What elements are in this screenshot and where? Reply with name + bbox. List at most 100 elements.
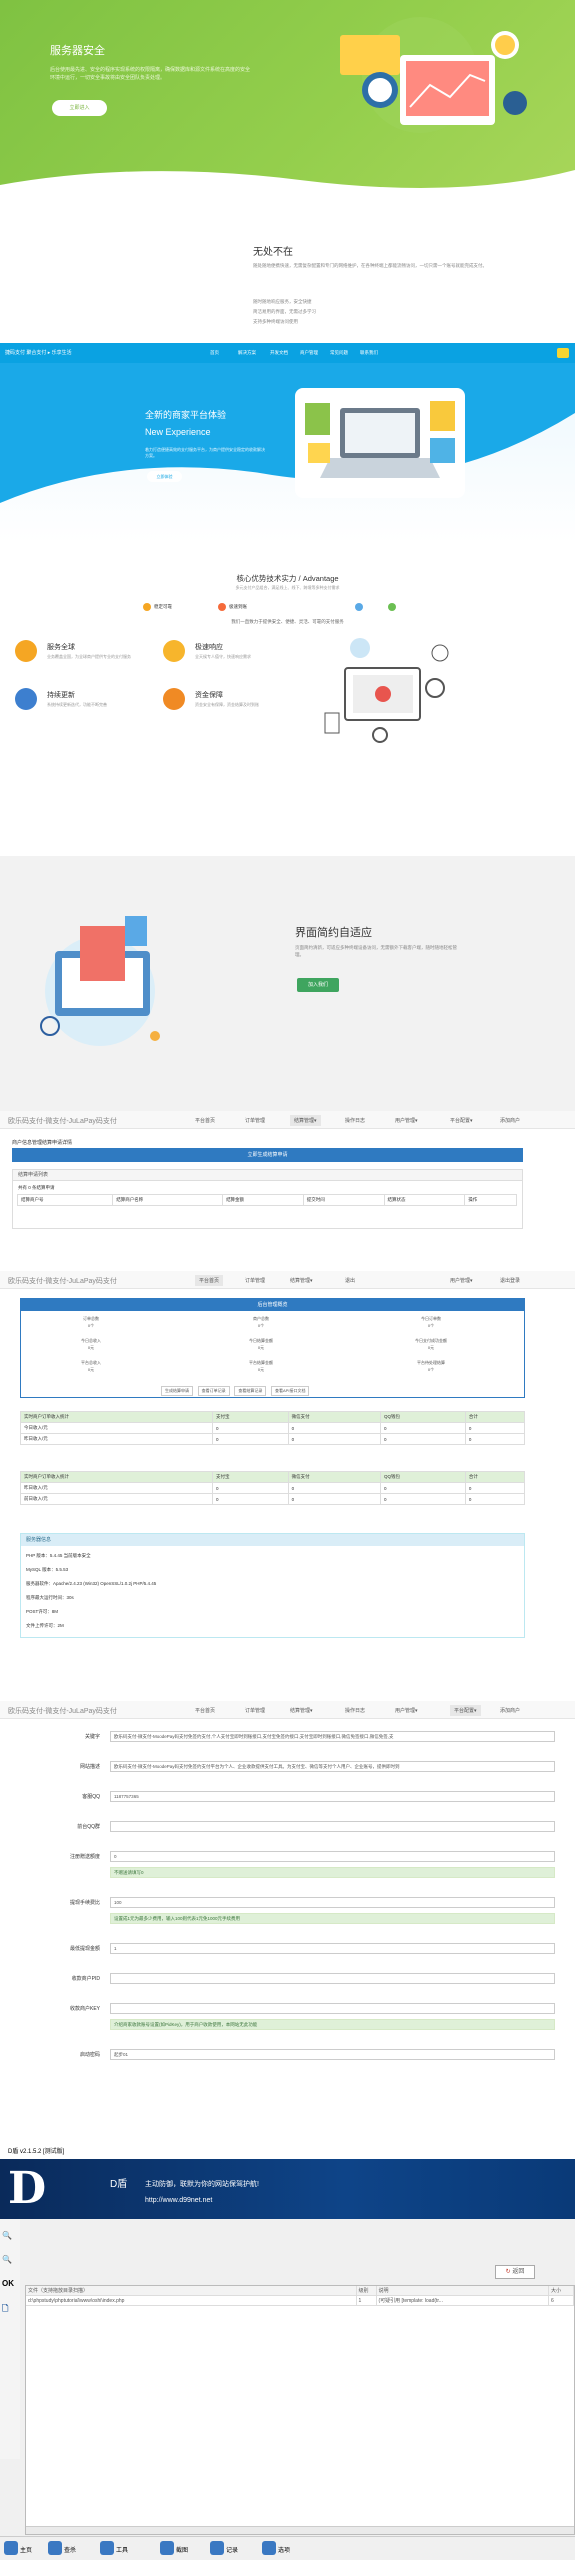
scan-icon[interactable]: 🔍 xyxy=(2,2255,12,2264)
field-hint: 不赠送请填写0 xyxy=(110,1867,555,1878)
stat-value: 0元 xyxy=(87,1345,95,1350)
menu-orders[interactable]: 订单管理 xyxy=(245,1277,265,1284)
admin-brand[interactable]: 欧乐码支付-微支付-JuLaPay码支付 xyxy=(8,1706,117,1716)
overview-panel: 后台管理概览 订单总数 0个 商户总数 0个 今日订单数 0个 今日总收入 0元 今日结算金额 0… xyxy=(20,1298,525,1398)
income-table-1: 实时商户订单收入统计 支付宝 微信支付 QQ钱包 合计 今日收入/元 0 0 0 0 昨日收入/… xyxy=(20,1411,526,1445)
field-input[interactable] xyxy=(110,1821,555,1832)
dshield-window: D盾 v2.1.5.2 [测试版] D D盾 主动防御，联默为你的网站保驾护航!… xyxy=(0,2145,575,2560)
field-label: 收款商户PID xyxy=(71,1976,100,1982)
menu-add-merchant[interactable]: 添加商户 xyxy=(500,1117,520,1124)
menu-settlement[interactable]: 结算管理▾ xyxy=(290,1115,321,1126)
nav-log[interactable]: 记录 xyxy=(226,2545,238,2554)
menu-home[interactable]: 平台首页 xyxy=(195,1275,224,1286)
nav-item[interactable]: 商户管理 xyxy=(300,350,318,356)
field-input[interactable]: 0 xyxy=(110,1851,555,1862)
settlement-panel: 欧乐码支付-微支付-JuLaPay码支付 平台首页 订单管理 结算管理▾ 操作日… xyxy=(0,1111,575,1271)
stat-value: 0个 xyxy=(427,1367,435,1372)
nav-item[interactable]: 首页 xyxy=(210,350,219,356)
field-input[interactable]: 100 xyxy=(110,1897,555,1908)
column-header: 微信支付 xyxy=(287,1411,381,1423)
field-input[interactable] xyxy=(110,2003,555,2014)
stat-item: 今日结算金额 0元 xyxy=(211,1337,311,1351)
nav-item[interactable]: 解决方案 xyxy=(238,350,256,356)
nav-item[interactable]: 开发文档 xyxy=(270,350,288,356)
field-input[interactable]: 起步01 xyxy=(110,2049,555,2060)
field-input[interactable]: 欧乐码支付-微支付-MoodePay码支付免签约支付平台为个人、企业收款提供支付… xyxy=(110,1761,555,1772)
tab-secure[interactable] xyxy=(355,603,366,611)
back-arrow-icon: ↻ xyxy=(505,2269,511,2275)
menu-config[interactable]: 平台配置▾ xyxy=(450,1117,473,1124)
file-icon[interactable]: 🗋 xyxy=(2,2303,8,2317)
feature-title: 极速响应 xyxy=(195,644,223,651)
download-icon[interactable] xyxy=(557,348,569,358)
menu-logs[interactable]: 操作日志 xyxy=(345,1707,365,1714)
security-banner: 服务器安全 后台使用最先进、安全的程序实现系统的权限隔离，确保数据库和源文件系统… xyxy=(0,0,575,198)
field-input[interactable]: 1187757365 xyxy=(110,1791,555,1802)
tab-label: 极速到账 xyxy=(229,604,247,610)
cell: 0 xyxy=(464,1433,526,1445)
feature-title: 持续更新 xyxy=(47,692,75,699)
menu-users[interactable]: 用户管理▾ xyxy=(395,1707,418,1714)
column-header[interactable]: 大小 xyxy=(548,2286,574,2296)
site-logo[interactable]: 捷码支付 聚合支付 ▸ 乐享生活 xyxy=(5,349,72,356)
nav-item[interactable]: 常见问题 xyxy=(330,350,348,356)
field-label: 关键字 xyxy=(84,1734,100,1740)
stat-item: 今日总收入 0元 xyxy=(41,1337,141,1351)
menu-add-merchant[interactable]: 添加商户 xyxy=(500,1707,520,1714)
ok-icon[interactable]: OK xyxy=(2,2279,14,2288)
tab-fast[interactable]: 极速到账 xyxy=(218,603,247,611)
menu-users[interactable]: 用户管理▾ xyxy=(395,1117,418,1124)
column-header: 支付宝 xyxy=(211,1471,289,1483)
menu-config[interactable]: 平台配置▾ xyxy=(450,1705,481,1716)
join-button[interactable]: 加入我们 xyxy=(297,978,339,992)
field-input[interactable] xyxy=(110,1973,555,1984)
try-button[interactable]: 立即体验 xyxy=(147,471,182,482)
menu-exit[interactable]: 退出 xyxy=(345,1277,355,1284)
menu-logs[interactable]: 操作日志 xyxy=(345,1117,365,1124)
generate-settlement-button[interactable]: 立即生成结算申请 xyxy=(12,1148,523,1162)
search-icon[interactable]: 🔍 xyxy=(2,2231,12,2240)
stat-label: 今日订单数 xyxy=(421,1316,441,1321)
horizontal-scrollbar[interactable] xyxy=(26,2526,574,2534)
menu-users[interactable]: 用户管理▾ xyxy=(450,1277,473,1284)
menu-logout[interactable]: 退出登录 xyxy=(500,1277,520,1284)
everywhere-title: 无处不在 xyxy=(253,247,293,258)
nav-scan[interactable]: 查杀 xyxy=(64,2545,76,2554)
field-label: 提现手续费比 xyxy=(69,1900,100,1906)
nav-options[interactable]: 选项 xyxy=(278,2545,290,2554)
field-input[interactable]: 1 xyxy=(110,1943,555,1954)
stat-value: 0元 xyxy=(427,1345,435,1350)
adaptive-illustration xyxy=(40,916,160,1046)
admin-brand[interactable]: 欧乐码支付-微支付-JuLaPay码支付 xyxy=(8,1116,117,1126)
column-header[interactable]: 文件（支持拖放目录扫描） xyxy=(26,2286,357,2296)
menu-home[interactable]: 平台首页 xyxy=(195,1117,215,1124)
field-label: 前台QQ群 xyxy=(77,1824,100,1830)
nav-tools[interactable]: 工具 xyxy=(116,2545,128,2554)
enter-button[interactable]: 立即进入 xyxy=(52,100,107,116)
table-row[interactable]: d:\phpstudy\phptutorial\www\oshi\index.p… xyxy=(26,2295,574,2306)
admin-brand[interactable]: 欧乐码支付-微支付-JuLaPay码支付 xyxy=(8,1276,117,1286)
action-button[interactable]: 查看订单记录 xyxy=(197,1386,230,1396)
security-illustration xyxy=(340,17,527,133)
tab-stable[interactable]: 稳定可靠 xyxy=(143,603,172,611)
action-button[interactable]: 生成结算申请 xyxy=(161,1386,193,1396)
column-header[interactable]: 级别 xyxy=(356,2286,377,2296)
dshield-url[interactable]: http://www.d99net.net xyxy=(145,2197,212,2204)
action-button[interactable]: 查看API接口文档 xyxy=(271,1386,310,1396)
nav-item[interactable]: 联系我们 xyxy=(360,350,378,356)
menu-orders[interactable]: 订单管理 xyxy=(245,1707,265,1714)
nav-home[interactable]: 主页 xyxy=(20,2545,32,2554)
menu-settlement[interactable]: 结算管理▾ xyxy=(290,1707,313,1714)
feature-desc: 资金安全有保障，资金结算及时到账 xyxy=(195,702,259,707)
field-input[interactable]: 欧乐码支付-微支付-MoodePay码支付免签约支付,个人支付宝即时到账接口,支… xyxy=(110,1731,555,1742)
feature-title: 服务全球 xyxy=(47,644,75,651)
menu-settlement[interactable]: 结算管理▾ xyxy=(290,1277,313,1284)
column-header[interactable]: 说明 xyxy=(376,2286,549,2296)
back-button[interactable]: ↻ 返回 xyxy=(495,2265,535,2279)
field-label: 最低提现金额 xyxy=(69,1946,100,1952)
tab-secure-2[interactable] xyxy=(388,603,399,611)
menu-orders[interactable]: 订单管理 xyxy=(245,1117,265,1124)
action-button[interactable]: 查看结算记录 xyxy=(234,1386,267,1396)
nav-capture[interactable]: 截图 xyxy=(176,2545,188,2554)
menu-home[interactable]: 平台首页 xyxy=(195,1707,215,1714)
